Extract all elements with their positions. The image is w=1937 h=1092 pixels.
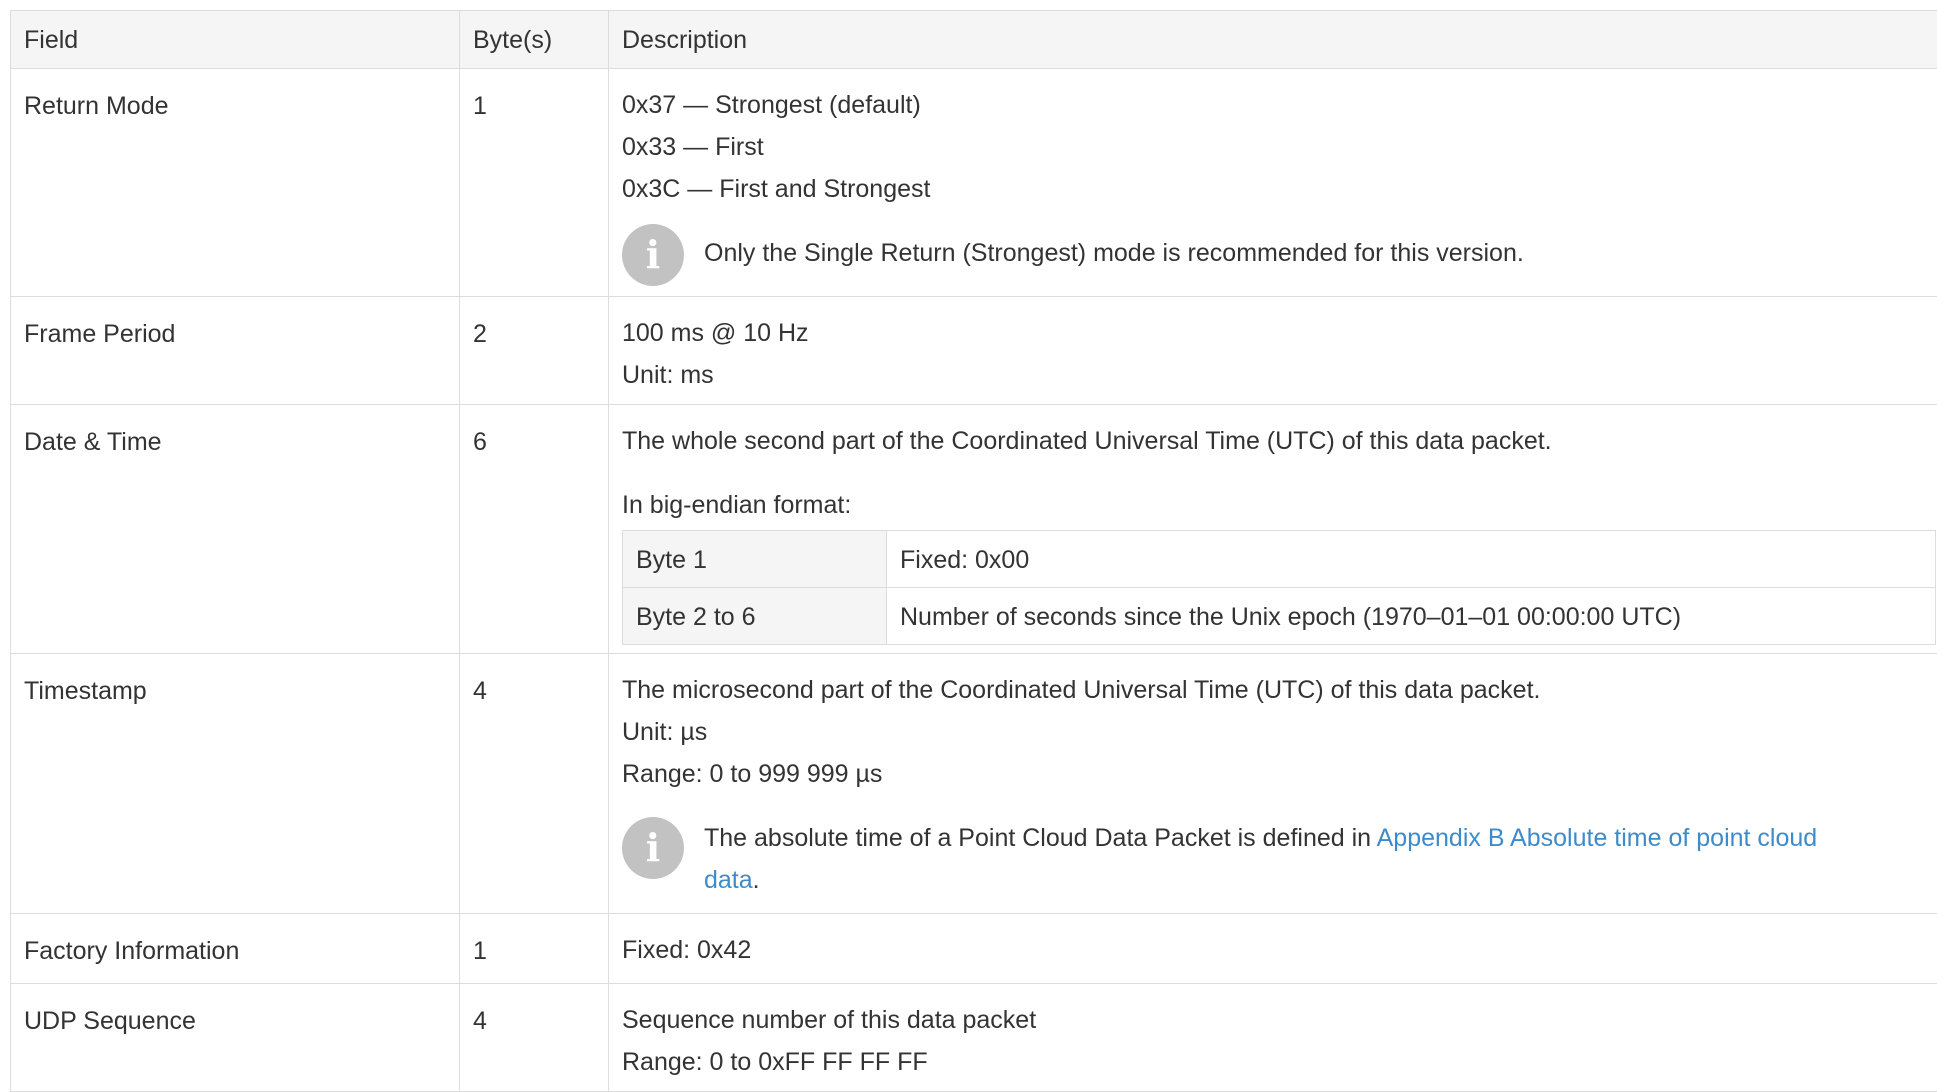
description-cell: 0x37 — Strongest (default) 0x33 — First … bbox=[609, 69, 1937, 297]
description-line: 0x3C — First and Strongest bbox=[622, 168, 1936, 210]
sub-table-key: Byte 2 to 6 bbox=[623, 588, 887, 645]
description-line: 0x37 — Strongest (default) bbox=[622, 84, 1936, 126]
description-line: Fixed: 0x42 bbox=[622, 929, 1936, 971]
sub-table-row: Byte 2 to 6 Number of seconds since the … bbox=[623, 588, 1936, 645]
bytes-cell: 4 bbox=[460, 984, 609, 1092]
sub-table-value: Fixed: 0x00 bbox=[887, 531, 1936, 588]
info-note: i The absolute time of a Point Cloud Dat… bbox=[622, 817, 1936, 901]
field-cell: Factory Information bbox=[11, 914, 460, 984]
description-line: Range: 0 to 0xFF FF FF FF bbox=[622, 1041, 1936, 1083]
description-line: The microsecond part of the Coordinated … bbox=[622, 669, 1936, 711]
description-line: Unit: ms bbox=[622, 354, 1936, 396]
description-cell: The whole second part of the Coordinated… bbox=[609, 405, 1937, 654]
bytes-cell: 2 bbox=[460, 297, 609, 405]
description-line: Range: 0 to 999 999 µs bbox=[622, 753, 1936, 795]
field-cell: Date & Time bbox=[11, 405, 460, 654]
bytes-cell: 1 bbox=[460, 914, 609, 984]
description-cell: The microsecond part of the Coordinated … bbox=[609, 654, 1937, 914]
info-icon: i bbox=[622, 224, 684, 286]
table-row-udp-sequence: UDP Sequence 4 Sequence number of this d… bbox=[11, 984, 1937, 1092]
description-cell: Sequence number of this data packet Rang… bbox=[609, 984, 1937, 1092]
field-cell: Frame Period bbox=[11, 297, 460, 405]
table-header-row: Field Byte(s) Description bbox=[11, 11, 1937, 69]
description-cell: 100 ms @ 10 Hz Unit: ms bbox=[609, 297, 1937, 405]
bytes-cell: 6 bbox=[460, 405, 609, 654]
info-note-suffix: . bbox=[753, 866, 760, 894]
header-description: Description bbox=[609, 11, 1937, 69]
field-cell: Timestamp bbox=[11, 654, 460, 914]
table-row-timestamp: Timestamp 4 The microsecond part of the … bbox=[11, 654, 1937, 914]
description-line: Unit: µs bbox=[622, 711, 1936, 753]
sub-table-row: Byte 1 Fixed: 0x00 bbox=[623, 531, 1936, 588]
description-cell: Fixed: 0x42 bbox=[609, 914, 1937, 984]
info-note-prefix: The absolute time of a Point Cloud Data … bbox=[704, 824, 1377, 852]
info-icon: i bbox=[622, 817, 684, 879]
field-cell: UDP Sequence bbox=[11, 984, 460, 1092]
table-row-frame-period: Frame Period 2 100 ms @ 10 Hz Unit: ms bbox=[11, 297, 1937, 405]
table-row-date-time: Date & Time 6 The whole second part of t… bbox=[11, 405, 1937, 654]
protocol-field-table: Field Byte(s) Description Return Mode 1 … bbox=[10, 10, 1937, 1092]
header-bytes: Byte(s) bbox=[460, 11, 609, 69]
table-row-factory-information: Factory Information 1 Fixed: 0x42 bbox=[11, 914, 1937, 984]
byte-layout-table: Byte 1 Fixed: 0x00 Byte 2 to 6 Number of… bbox=[622, 530, 1936, 645]
sub-table-value: Number of seconds since the Unix epoch (… bbox=[887, 588, 1936, 645]
description-line: Sequence number of this data packet bbox=[622, 999, 1936, 1041]
description-paragraph: In big-endian format: bbox=[622, 484, 1936, 526]
sub-table-key: Byte 1 bbox=[623, 531, 887, 588]
info-note-text: The absolute time of a Point Cloud Data … bbox=[704, 817, 1874, 901]
description-line: 100 ms @ 10 Hz bbox=[622, 312, 1936, 354]
info-note: i Only the Single Return (Strongest) mod… bbox=[622, 232, 1936, 286]
description-line: 0x33 — First bbox=[622, 126, 1936, 168]
table-row-return-mode: Return Mode 1 0x37 — Strongest (default)… bbox=[11, 69, 1937, 297]
description-paragraph: The whole second part of the Coordinated… bbox=[622, 420, 1936, 462]
bytes-cell: 1 bbox=[460, 69, 609, 297]
field-cell: Return Mode bbox=[11, 69, 460, 297]
bytes-cell: 4 bbox=[460, 654, 609, 914]
info-note-text: Only the Single Return (Strongest) mode … bbox=[704, 232, 1524, 274]
header-field: Field bbox=[11, 11, 460, 69]
